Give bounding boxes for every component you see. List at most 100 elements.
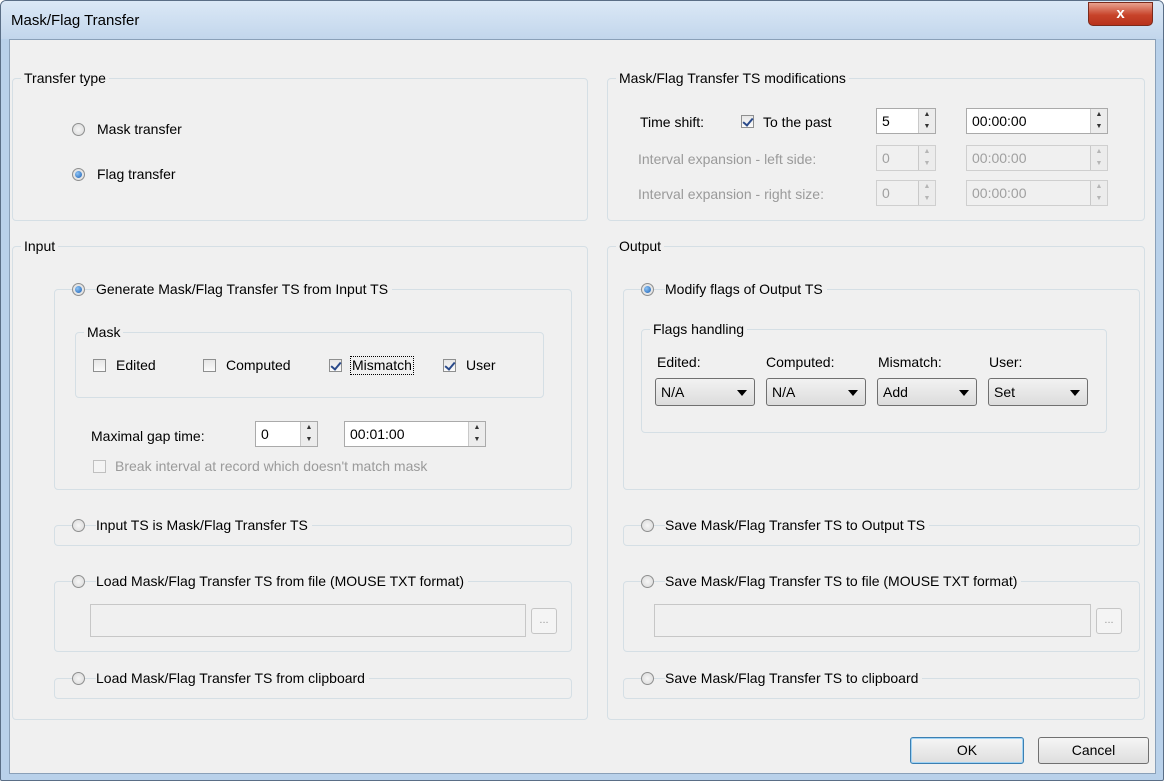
time-shift-spin-buttons[interactable]: ▲ ▼ xyxy=(918,109,935,133)
load-clipboard-subgroup: Load Mask/Flag Transfer TS from clipboar… xyxy=(54,669,572,699)
load-file-label[interactable]: Load Mask/Flag Transfer TS from file (MO… xyxy=(96,572,468,590)
flag-user-select[interactable]: Set xyxy=(988,378,1088,406)
mask-label: Mask xyxy=(84,323,124,341)
spin-down-icon[interactable]: ▼ xyxy=(301,434,317,446)
interval-right-stepper: 0 ▲ ▼ xyxy=(876,180,936,206)
flag-transfer-label[interactable]: Flag transfer xyxy=(97,165,176,183)
dialog-window: Mask/Flag Transfer x Transfer type Mask … xyxy=(0,0,1164,781)
spin-up-icon[interactable]: ▲ xyxy=(919,109,935,121)
flag-edited-select[interactable]: N/A xyxy=(655,378,755,406)
time-shift-time-value: 00:00:00 xyxy=(972,113,1027,129)
input-is-label[interactable]: Input TS is Mask/Flag Transfer TS xyxy=(96,516,312,534)
modifications-group: Mask/Flag Transfer TS modifications Time… xyxy=(607,69,1145,221)
input-group: Input Generate Mask/Flag Transfer TS fro… xyxy=(12,237,588,720)
load-file-path-field xyxy=(90,604,526,637)
save-output-subgroup: Save Mask/Flag Transfer TS to Output TS xyxy=(623,516,1140,546)
dialog-client: Transfer type Mask transfer Flag transfe… xyxy=(9,39,1156,774)
save-clipboard-label[interactable]: Save Mask/Flag Transfer TS to clipboard xyxy=(665,669,923,687)
edited-label[interactable]: Edited xyxy=(116,356,156,374)
max-gap-stepper[interactable]: 0 ▲ ▼ xyxy=(255,421,318,447)
max-gap-label: Maximal gap time: xyxy=(91,428,205,444)
window-title: Mask/Flag Transfer xyxy=(11,12,140,29)
generate-radio[interactable] xyxy=(72,283,85,296)
chevron-down-icon xyxy=(848,390,858,396)
mask-transfer-label[interactable]: Mask transfer xyxy=(97,120,182,138)
spin-down-icon: ▼ xyxy=(923,160,931,167)
spin-up-icon: ▲ xyxy=(923,183,931,190)
spin-up-icon: ▲ xyxy=(1095,148,1103,155)
max-gap-value: 0 xyxy=(261,426,269,442)
interval-right-label: Interval expansion - right size: xyxy=(638,186,824,202)
interval-left-time-stepper: 00:00:00 ▲ ▼ xyxy=(966,145,1108,171)
to-the-past-label[interactable]: To the past xyxy=(763,113,832,131)
save-file-subgroup: Save Mask/Flag Transfer TS to file (MOUS… xyxy=(623,572,1140,652)
save-file-radio[interactable] xyxy=(641,575,654,588)
flag-user-label: User: xyxy=(989,354,1023,370)
to-the-past-checkbox[interactable] xyxy=(741,115,754,128)
flag-edited-value: N/A xyxy=(661,384,685,400)
time-shift-time-stepper[interactable]: 00:00:00 ▲ ▼ xyxy=(966,108,1108,134)
chevron-down-icon xyxy=(1070,390,1080,396)
modify-flags-subgroup: Modify flags of Output TS Flags handling… xyxy=(623,280,1140,490)
ok-button[interactable]: OK xyxy=(910,737,1024,764)
browse-ellipsis-label: ... xyxy=(539,614,549,626)
max-gap-time-stepper[interactable]: 00:01:00 ▲ ▼ xyxy=(344,421,486,447)
spin-down-icon: ▼ xyxy=(923,195,931,202)
mask-transfer-radio[interactable] xyxy=(72,123,85,136)
flag-mismatch-label: Mismatch: xyxy=(878,354,942,370)
computed-checkbox[interactable] xyxy=(203,359,216,372)
modifications-label: Mask/Flag Transfer TS modifications xyxy=(616,69,849,87)
interval-left-stepper: 0 ▲ ▼ xyxy=(876,145,936,171)
output-label: Output xyxy=(616,237,665,255)
spin-down-icon[interactable]: ▼ xyxy=(1091,121,1107,133)
spin-up-icon: ▲ xyxy=(923,148,931,155)
user-label[interactable]: User xyxy=(466,356,496,374)
computed-label[interactable]: Computed xyxy=(226,356,291,374)
save-clipboard-subgroup: Save Mask/Flag Transfer TS to clipboard xyxy=(623,669,1140,699)
edited-checkbox[interactable] xyxy=(93,359,106,372)
cancel-button[interactable]: Cancel xyxy=(1038,737,1149,764)
input-is-radio[interactable] xyxy=(72,519,85,532)
spin-up-icon[interactable]: ▲ xyxy=(301,422,317,434)
flag-computed-value: N/A xyxy=(772,384,796,400)
mismatch-label[interactable]: Mismatch xyxy=(350,356,414,375)
interval-right-spin-buttons: ▲ ▼ xyxy=(918,181,935,205)
flag-computed-select[interactable]: N/A xyxy=(766,378,866,406)
spin-up-icon[interactable]: ▲ xyxy=(1091,109,1107,121)
spin-down-icon[interactable]: ▼ xyxy=(919,121,935,133)
break-interval-label: Break interval at record which doesn't m… xyxy=(115,458,428,474)
flag-transfer-radio[interactable] xyxy=(72,168,85,181)
load-clipboard-label[interactable]: Load Mask/Flag Transfer TS from clipboar… xyxy=(96,669,369,687)
browse-ellipsis-label: ... xyxy=(1104,614,1114,626)
generate-label[interactable]: Generate Mask/Flag Transfer TS from Inpu… xyxy=(96,280,393,298)
transfer-type-label: Transfer type xyxy=(21,69,109,87)
interval-right-time-value: 00:00:00 xyxy=(972,185,1027,201)
time-shift-time-spin-buttons[interactable]: ▲ ▼ xyxy=(1090,109,1107,133)
close-button[interactable]: x xyxy=(1088,2,1153,26)
load-file-radio[interactable] xyxy=(72,575,85,588)
modify-flags-radio[interactable] xyxy=(641,283,654,296)
flag-edited-label: Edited: xyxy=(657,354,701,370)
time-shift-label: Time shift: xyxy=(640,114,705,130)
interval-left-label: Interval expansion - left side: xyxy=(638,151,817,167)
spin-up-icon[interactable]: ▲ xyxy=(469,422,485,434)
load-file-subgroup: Load Mask/Flag Transfer TS from file (MO… xyxy=(54,572,572,652)
max-gap-spin-buttons[interactable]: ▲ ▼ xyxy=(300,422,317,446)
load-clipboard-radio[interactable] xyxy=(72,672,85,685)
save-clipboard-radio[interactable] xyxy=(641,672,654,685)
spin-down-icon: ▼ xyxy=(1095,195,1103,202)
save-output-radio[interactable] xyxy=(641,519,654,532)
max-gap-time-spin-buttons[interactable]: ▲ ▼ xyxy=(468,422,485,446)
title-bar[interactable]: Mask/Flag Transfer x xyxy=(1,1,1163,39)
time-shift-stepper[interactable]: 5 ▲ ▼ xyxy=(876,108,936,134)
mismatch-checkbox[interactable] xyxy=(329,359,342,372)
flags-handling-label: Flags handling xyxy=(650,320,748,338)
modify-flags-label[interactable]: Modify flags of Output TS xyxy=(665,280,827,298)
user-checkbox[interactable] xyxy=(443,359,456,372)
spin-down-icon[interactable]: ▼ xyxy=(469,434,485,446)
save-file-label[interactable]: Save Mask/Flag Transfer TS to file (MOUS… xyxy=(665,572,1022,590)
save-output-label[interactable]: Save Mask/Flag Transfer TS to Output TS xyxy=(665,516,930,534)
interval-left-value: 0 xyxy=(882,150,890,166)
flag-computed-label: Computed: xyxy=(766,354,835,370)
flag-mismatch-select[interactable]: Add xyxy=(877,378,977,406)
